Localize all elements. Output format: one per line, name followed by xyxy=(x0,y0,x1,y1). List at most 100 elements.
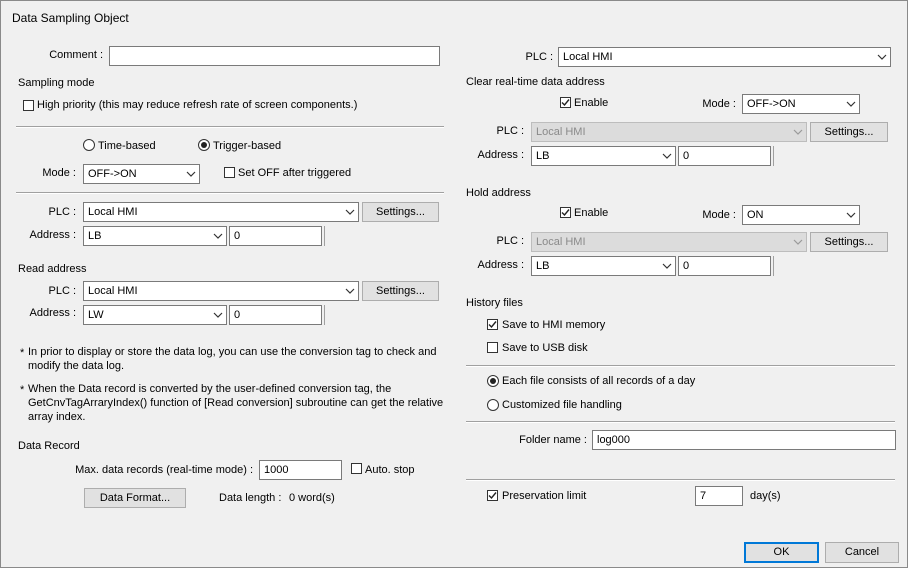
clear-enable-checkbox[interactable] xyxy=(560,97,571,108)
chevron-down-icon xyxy=(345,286,355,296)
max-records-label: Max. data records (real-time mode) : xyxy=(75,464,253,476)
history-files-heading: History files xyxy=(466,297,523,309)
chevron-down-icon xyxy=(662,151,672,161)
right-plc-select[interactable]: Local HMI xyxy=(558,47,891,67)
data-format-button[interactable]: Data Format... xyxy=(84,488,186,508)
clear-enable-label: Enable xyxy=(574,97,609,109)
plc-label: PLC : xyxy=(48,206,76,218)
chevron-down-icon xyxy=(846,99,856,109)
note2-line2: GetCnvTagArraryIndex() function of [Read… xyxy=(28,397,444,409)
hold-plc-select[interactable]: Local HMI xyxy=(531,232,807,252)
hold-address-input[interactable]: 0 xyxy=(678,256,771,276)
ok-button[interactable]: OK xyxy=(744,542,819,563)
high-priority-label: High priority (this may reduce refresh r… xyxy=(37,99,358,111)
hold-plc-select-value: Local HMI xyxy=(536,236,586,248)
clear-plc-select[interactable]: Local HMI xyxy=(531,122,807,142)
customized-label: Customized file handling xyxy=(502,399,622,411)
data-length-value: 0 word(s) xyxy=(289,492,335,504)
save-usb-checkbox[interactable] xyxy=(487,342,498,353)
preservation-unit: day(s) xyxy=(750,490,781,502)
separator xyxy=(16,192,444,194)
separator xyxy=(16,126,444,128)
hold-address-label: Address : xyxy=(477,259,524,271)
cancel-button[interactable]: Cancel xyxy=(825,542,899,563)
data-sampling-object-dialog: Data Sampling Object Comment : Sampling … xyxy=(0,0,908,568)
high-priority-checkbox[interactable] xyxy=(23,100,34,111)
mode-select[interactable]: OFF->ON xyxy=(83,164,200,184)
save-hmi-checkbox[interactable] xyxy=(487,319,498,330)
each-file-radio[interactable] xyxy=(487,375,499,387)
hold-mode-label: Mode : xyxy=(702,209,736,221)
right-plc-label: PLC : xyxy=(525,51,553,63)
plc-select-value: Local HMI xyxy=(88,206,138,218)
radio-selected-dot xyxy=(201,142,207,148)
each-file-label: Each file consists of all records of a d… xyxy=(502,375,696,387)
separator xyxy=(466,421,895,423)
read-settings-button[interactable]: Settings... xyxy=(362,281,439,301)
sampling-mode-heading: Sampling mode xyxy=(18,77,95,89)
note2-line3: array index. xyxy=(28,411,86,423)
note2-line1: When the Data record is converted by the… xyxy=(28,383,392,395)
hold-enable-label: Enable xyxy=(574,207,609,219)
clear-realtime-heading: Clear real-time data address xyxy=(466,76,605,88)
preservation-label: Preservation limit xyxy=(502,490,587,502)
address-device-select[interactable]: LB xyxy=(83,226,227,246)
clear-mode-label: Mode : xyxy=(702,98,736,110)
separator xyxy=(466,479,895,481)
note2-star: * xyxy=(20,384,25,396)
right-plc-select-value: Local HMI xyxy=(563,51,613,63)
checkmark-icon xyxy=(488,321,497,329)
auto-stop-checkbox[interactable] xyxy=(351,463,362,474)
chevron-down-icon xyxy=(793,127,803,137)
address-label: Address : xyxy=(29,229,76,241)
comment-label: Comment : xyxy=(49,49,103,61)
data-record-heading: Data Record xyxy=(18,440,80,452)
note1-line1: In prior to display or store the data lo… xyxy=(28,346,437,358)
comment-input[interactable] xyxy=(109,46,440,66)
max-records-input[interactable]: 1000 xyxy=(259,460,342,480)
window-title: Data Sampling Object xyxy=(12,11,129,25)
customized-radio[interactable] xyxy=(487,399,499,411)
chevron-down-icon xyxy=(793,237,803,247)
hold-enable-checkbox[interactable] xyxy=(560,207,571,218)
folder-name-input[interactable]: log000 xyxy=(592,430,896,450)
read-plc-label: PLC : xyxy=(48,285,76,297)
clear-settings-button[interactable]: Settings... xyxy=(810,122,888,142)
trigger-based-radio[interactable] xyxy=(198,139,210,151)
read-address-device-select[interactable]: LW xyxy=(83,305,227,325)
save-hmi-label: Save to HMI memory xyxy=(502,319,606,331)
separator xyxy=(466,365,895,367)
clear-address-device-select[interactable]: LB xyxy=(531,146,676,166)
auto-stop-label: Auto. stop xyxy=(365,464,415,476)
clear-plc-label: PLC : xyxy=(496,125,524,137)
read-address-input[interactable]: 0 xyxy=(229,305,322,325)
address-input[interactable]: 0 xyxy=(229,226,322,246)
radio-selected-dot xyxy=(490,378,496,384)
clear-mode-select-value: OFF->ON xyxy=(747,98,796,110)
hold-address-spin-divider xyxy=(773,256,774,276)
chevron-down-icon xyxy=(877,52,887,62)
chevron-down-icon xyxy=(213,310,223,320)
clear-mode-select[interactable]: OFF->ON xyxy=(742,94,860,114)
preservation-input[interactable]: 7 xyxy=(695,486,743,506)
folder-name-label: Folder name : xyxy=(519,434,587,446)
time-based-label: Time-based xyxy=(98,140,156,152)
set-off-label: Set OFF after triggered xyxy=(238,167,352,179)
checkmark-icon xyxy=(488,492,497,500)
plc-select[interactable]: Local HMI xyxy=(83,202,359,222)
read-address-device-value: LW xyxy=(88,309,104,321)
hold-settings-button[interactable]: Settings... xyxy=(810,232,888,252)
set-off-checkbox[interactable] xyxy=(224,167,235,178)
time-based-radio[interactable] xyxy=(83,139,95,151)
clear-address-input[interactable]: 0 xyxy=(678,146,771,166)
chevron-down-icon xyxy=(662,261,672,271)
note1-line2: modify the data log. xyxy=(28,360,125,372)
settings-button[interactable]: Settings... xyxy=(362,202,439,222)
hold-address-device-select[interactable]: LB xyxy=(531,256,676,276)
address-spin-divider xyxy=(324,226,325,246)
hold-mode-select[interactable]: ON xyxy=(742,205,860,225)
mode-label: Mode : xyxy=(42,167,76,179)
hold-mode-select-value: ON xyxy=(747,209,764,221)
preservation-checkbox[interactable] xyxy=(487,490,498,501)
read-plc-select[interactable]: Local HMI xyxy=(83,281,359,301)
